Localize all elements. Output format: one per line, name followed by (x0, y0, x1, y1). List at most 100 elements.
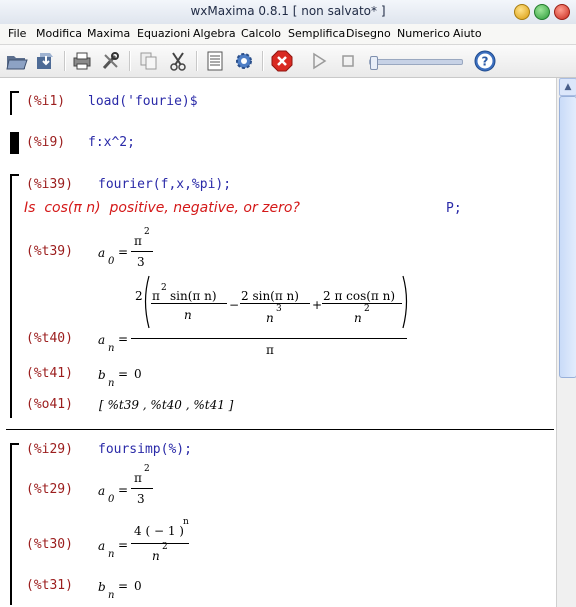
math-denominator: n (266, 311, 274, 325)
menu-file[interactable]: File (8, 27, 26, 40)
math-var: b (98, 368, 106, 382)
math-subscript: n (108, 343, 115, 354)
input-text[interactable]: fourier(f,x,%pi); (98, 177, 231, 192)
minimize-button[interactable] (514, 4, 530, 20)
math-operator: + (312, 298, 323, 312)
worksheet[interactable]: (%i1) load('fourie)$ (%i9) f:x^2; (%i39)… (0, 78, 556, 607)
fraction-bar (131, 543, 189, 544)
math-value: 0 (134, 579, 142, 593)
open-icon[interactable] (4, 48, 30, 74)
menu-aiuto[interactable]: Aiuto (453, 27, 482, 40)
fraction-bar (131, 488, 153, 489)
cut-icon[interactable] (165, 48, 191, 74)
preferences-icon[interactable] (98, 48, 124, 74)
math-numerator: π (134, 471, 142, 485)
output-label: (%o41) (26, 397, 73, 412)
menu-numerico[interactable]: Numerico (397, 27, 450, 40)
scrollbar-thumb[interactable] (559, 96, 576, 378)
math-var: a (98, 246, 106, 260)
menu-equazioni[interactable]: Equazioni (137, 27, 190, 40)
output-label: (%t41) (26, 366, 73, 381)
question-text: Is cos(π n) positive, negative, or zero? (24, 200, 300, 216)
input-label: (%i1) (26, 94, 66, 109)
math-denominator: π (266, 343, 274, 357)
math-numerator: π (134, 234, 142, 248)
output-label: (%t29) (26, 482, 73, 497)
help-icon[interactable]: ? (472, 48, 498, 74)
scroll-up-arrow-icon[interactable]: ▲ (559, 78, 576, 96)
math-exponent: 2 (144, 227, 150, 237)
cell-separator (6, 429, 554, 430)
input-text[interactable]: f:x^2; (88, 135, 135, 150)
input-text[interactable]: foursimp(%); (98, 442, 192, 457)
math-equals: = (118, 245, 129, 259)
cell-bracket[interactable] (10, 91, 19, 115)
save-icon[interactable] (33, 48, 59, 74)
input-label: (%i9) (26, 135, 66, 150)
input-label: (%i29) (26, 442, 73, 457)
output-label: (%t39) (26, 244, 73, 259)
math-exponent: 2 (161, 283, 167, 293)
math-exponent: 2 (144, 464, 150, 474)
fraction-bar (131, 251, 153, 252)
menu-maxima[interactable]: Maxima (87, 27, 130, 40)
title-bar: wxMaxima 0.8.1 [ non salvato* ] (0, 0, 576, 25)
window-title: wxMaxima 0.8.1 [ non salvato* ] (190, 4, 386, 18)
cell-bracket[interactable] (10, 443, 19, 605)
math-subscript: n (108, 549, 115, 560)
interrupt-icon[interactable] (269, 48, 295, 74)
menu-modifica[interactable]: Modifica (36, 27, 82, 40)
select-all-icon[interactable] (202, 48, 228, 74)
fraction-bar (151, 303, 227, 304)
math-denominator: n (354, 311, 362, 325)
output-label: (%t30) (26, 537, 73, 552)
vertical-scrollbar[interactable]: ▲ (556, 78, 576, 607)
menu-calcolo[interactable]: Calcolo (241, 27, 281, 40)
math-denominator: 3 (137, 492, 145, 506)
math-equals: = (118, 367, 129, 381)
cell-bracket[interactable] (10, 132, 19, 154)
answer-text[interactable]: P; (446, 201, 462, 216)
math-subscript: n (108, 590, 115, 601)
math-equals: = (118, 538, 129, 552)
output-label: (%t40) (26, 331, 73, 346)
input-text[interactable]: load('fourie)$ (88, 94, 198, 109)
math-subscript: 0 (108, 256, 115, 267)
configure-icon[interactable] (231, 48, 257, 74)
animation-slider[interactable] (369, 56, 463, 70)
menu-bar: File Modifica Maxima Equazioni Algebra C… (0, 24, 576, 45)
menu-semplifica[interactable]: Semplifica (288, 27, 345, 40)
math-numerator: 4 ( − 1 ) (134, 524, 184, 538)
math-exponent: 2 (162, 542, 168, 552)
math-operator: − (229, 298, 240, 312)
toolbar: ? (0, 45, 576, 78)
menu-disegno[interactable]: Disegno (346, 27, 391, 40)
math-denominator: n (152, 549, 160, 563)
math-numerator: 2 π cos(π n) (323, 289, 396, 303)
math-numerator: sin(π n) (170, 289, 217, 303)
math-var: b (98, 580, 106, 594)
print-icon[interactable] (69, 48, 95, 74)
menu-algebra[interactable]: Algebra (193, 27, 236, 40)
cell-bracket[interactable] (10, 174, 19, 418)
copy-icon[interactable] (136, 48, 162, 74)
close-button[interactable] (554, 4, 570, 20)
maximize-button[interactable] (534, 4, 550, 20)
math-equals: = (118, 483, 129, 497)
math-equals: = (118, 579, 129, 593)
math-denominator: n (184, 308, 192, 322)
slider-knob[interactable] (370, 56, 378, 70)
math-value: 0 (134, 367, 142, 381)
math-var: a (98, 539, 106, 553)
math-numerator: 2 sin(π n) (241, 289, 299, 303)
fraction-bar (240, 303, 310, 304)
fraction-bar (131, 338, 407, 339)
svg-text:?: ? (482, 55, 489, 69)
math-var: a (98, 333, 106, 347)
output-list: [ %t39 , %t40 , %t41 ] (99, 398, 234, 412)
input-label: (%i39) (26, 177, 73, 192)
math-exponent: 2 (364, 304, 370, 314)
stop-animation-icon[interactable] (335, 48, 361, 74)
math-exponent: 3 (276, 304, 282, 314)
play-animation-icon[interactable] (306, 48, 332, 74)
